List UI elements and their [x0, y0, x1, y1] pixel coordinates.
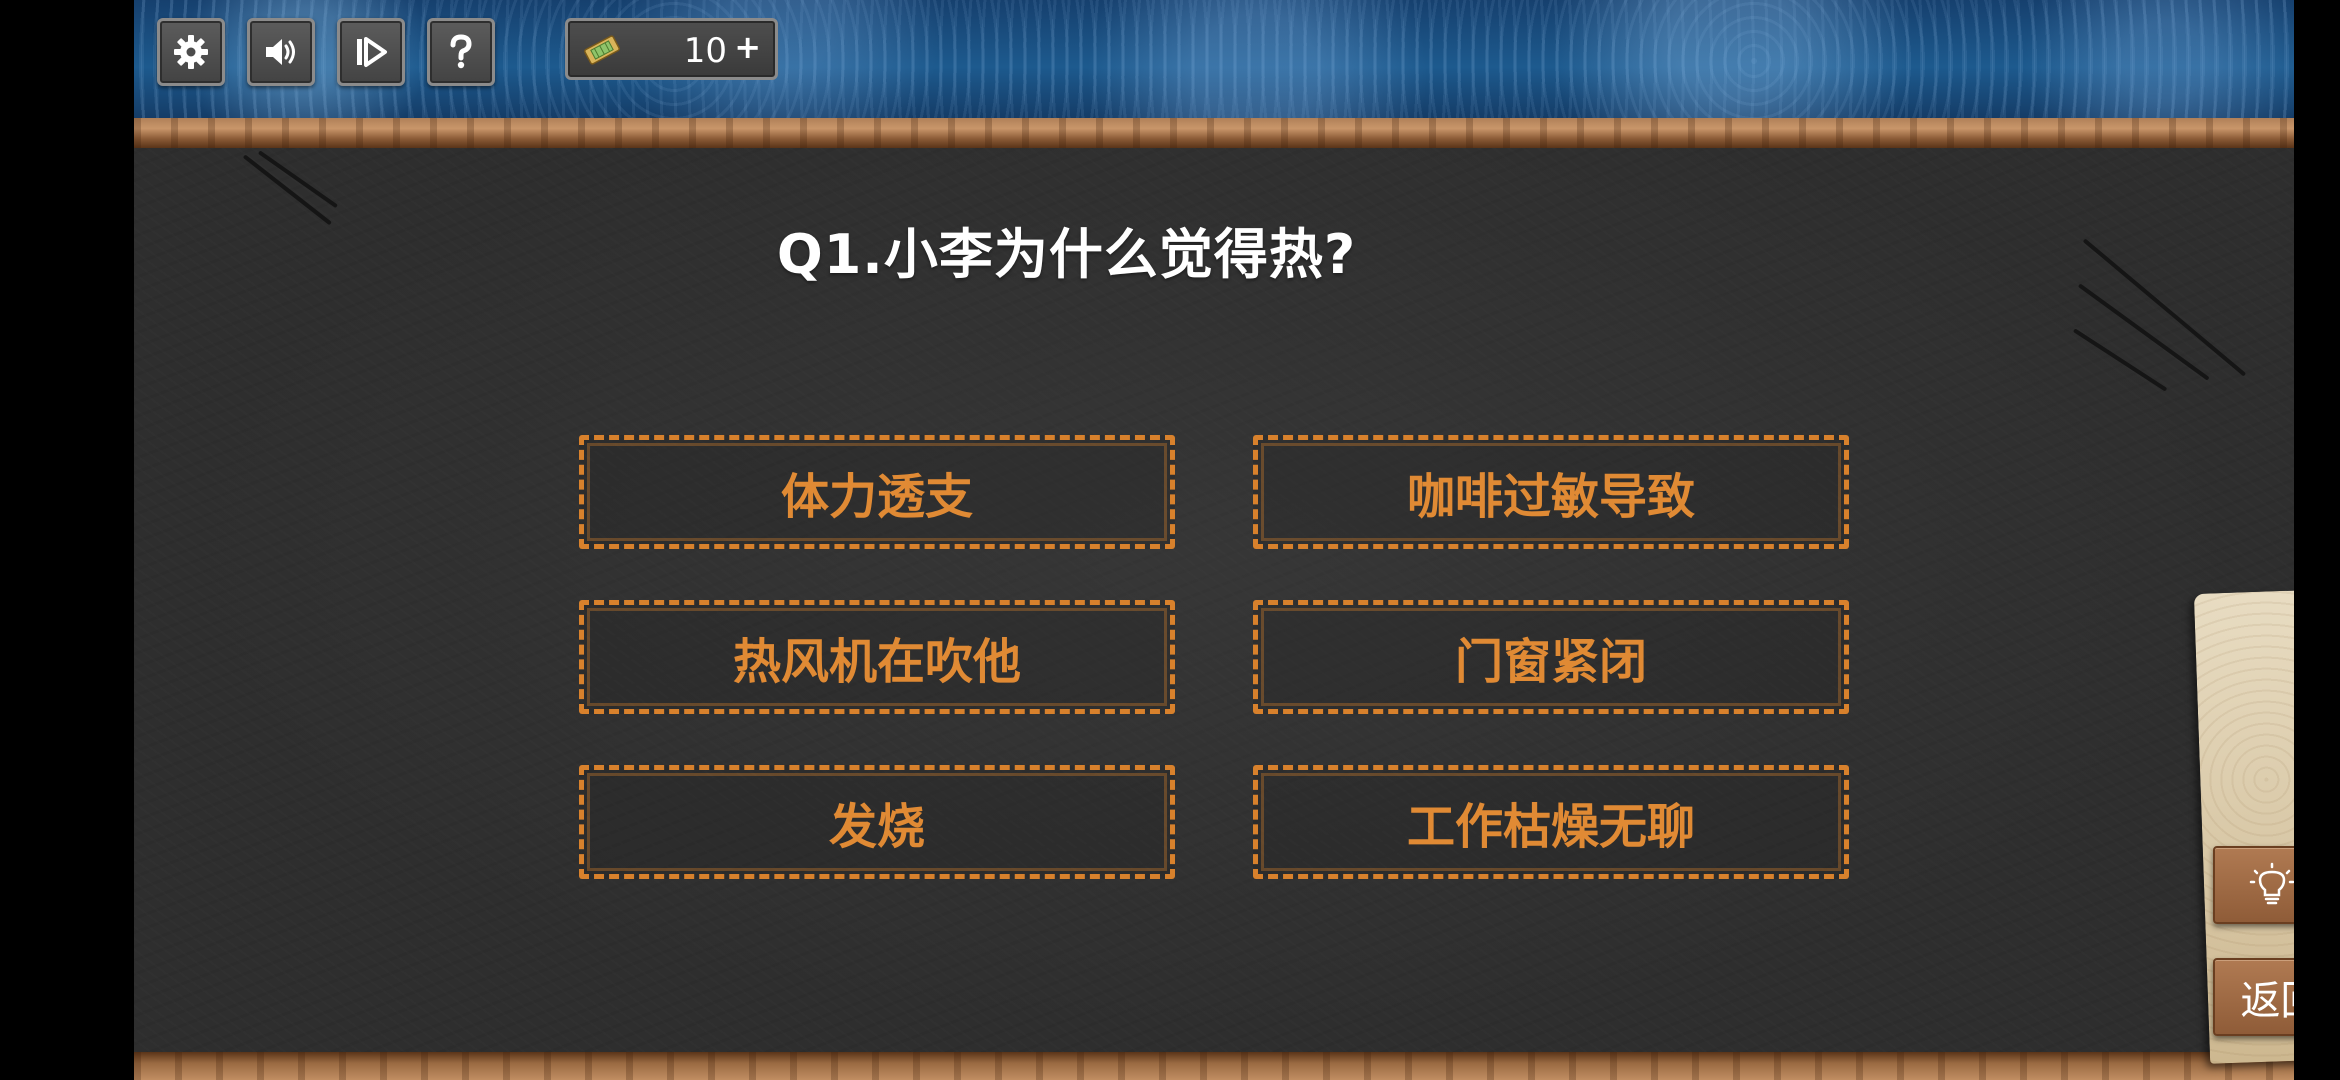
currency-count: 10	[683, 31, 727, 71]
currency-display: 10 +	[565, 18, 778, 80]
answer-option-6[interactable]: 工作枯燥无聊	[1253, 765, 1849, 879]
answer-option-5[interactable]: 发烧	[579, 765, 1175, 879]
wood-frame-top	[134, 118, 2294, 148]
game-screen: 10 + Q1.小李为什么觉得热? 体力透支 咖啡过敏导致 热风机在吹他 门窗紧…	[134, 0, 2294, 1080]
speaker-icon	[266, 39, 295, 65]
question-icon	[450, 34, 472, 69]
question-text: Q1.小李为什么觉得热?	[776, 223, 1357, 286]
answer-option-2[interactable]: 咖啡过敏导致	[1253, 435, 1849, 549]
skip-button[interactable]	[337, 18, 405, 86]
hint-button[interactable]: 提示	[2213, 846, 2294, 924]
ticket-icon	[584, 35, 620, 65]
gear-icon	[174, 35, 208, 69]
answer-option-4[interactable]: 门窗紧闭	[1253, 600, 1849, 714]
lightbulb-icon	[2249, 862, 2294, 905]
add-currency-button[interactable]: +	[734, 27, 761, 67]
settings-button[interactable]	[157, 18, 225, 86]
play-next-icon	[357, 37, 387, 67]
help-button[interactable]	[427, 18, 495, 86]
answer-option-3[interactable]: 热风机在吹他	[579, 600, 1175, 714]
answer-option-1[interactable]: 体力透支	[579, 435, 1175, 549]
wood-frame-bottom	[134, 1052, 2294, 1080]
back-to-story-button[interactable]: 返回故事	[2213, 958, 2294, 1036]
sound-button[interactable]	[247, 18, 315, 86]
